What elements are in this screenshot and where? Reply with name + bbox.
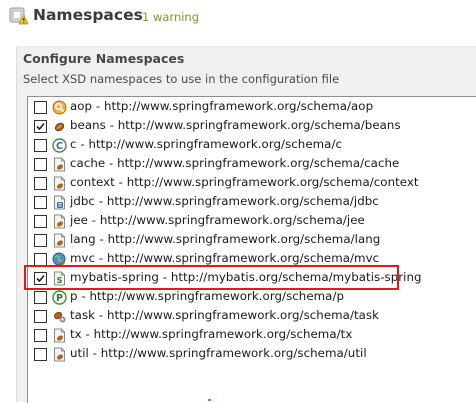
namespace-checkbox-mybatis-spring[interactable]: [34, 272, 47, 285]
namespace-row-context[interactable]: context - http://www.springframework.org…: [28, 174, 476, 193]
section-title: Configure Namespaces: [23, 51, 185, 66]
mvc-icon: [52, 252, 66, 266]
section-description: Select XSD namespaces to use in the conf…: [23, 72, 340, 86]
c-namespace-icon: C: [52, 138, 67, 153]
jdbc-icon: [54, 195, 65, 210]
warning-count[interactable]: 1 warning: [142, 10, 199, 24]
namespace-checkbox-c[interactable]: [34, 139, 47, 152]
jee-icon: [54, 214, 65, 229]
lang-icon: [54, 233, 65, 248]
namespace-checkbox-beans[interactable]: [34, 120, 47, 133]
svg-text:P: P: [56, 293, 63, 304]
task-icon: [53, 311, 66, 323]
namespace-row-util[interactable]: util - http://www.springframework.org/sc…: [28, 345, 476, 364]
namespace-label: tx - http://www.springframework.org/sche…: [70, 327, 353, 341]
warning-icon: [9, 7, 28, 25]
namespace-checkbox-task[interactable]: [34, 310, 47, 323]
namespace-row-aop[interactable]: aop - http://www.springframework.org/sch…: [28, 98, 476, 117]
schema-file-icon: S: [54, 271, 65, 286]
p-namespace-icon: P: [52, 290, 67, 305]
namespace-label: lang - http://www.springframework.org/sc…: [70, 232, 381, 246]
namespace-list: aop - http://www.springframework.org/sch…: [27, 96, 476, 403]
namespace-label: util - http://www.springframework.org/sc…: [70, 346, 367, 360]
namespace-label: jdbc - http://www.springframework.org/sc…: [70, 194, 379, 208]
namespace-checkbox-aop[interactable]: [34, 101, 47, 114]
namespace-label: beans - http://www.springframework.org/s…: [70, 118, 401, 132]
namespace-row-task[interactable]: task - http://www.springframework.org/sc…: [28, 307, 476, 326]
namespace-row-cache[interactable]: cache - http://www.springframework.org/s…: [28, 155, 476, 174]
namespace-row-tx[interactable]: tx - http://www.springframework.org/sche…: [28, 326, 476, 345]
namespace-label: mvc - http://www.springframework.org/sch…: [70, 251, 380, 265]
namespace-label: p - http://www.springframework.org/schem…: [70, 289, 345, 303]
namespace-row-lang[interactable]: lang - http://www.springframework.org/sc…: [28, 231, 476, 250]
namespaces-header: Namespaces 1 warning: [0, 0, 476, 40]
namespace-checkbox-mvc[interactable]: [34, 253, 47, 266]
context-icon: [54, 176, 65, 191]
namespace-label: c - http://www.springframework.org/schem…: [70, 137, 343, 151]
namespace-checkbox-tx[interactable]: [34, 329, 47, 342]
namespace-checkbox-jdbc[interactable]: [34, 196, 47, 209]
page-title: Namespaces: [33, 6, 143, 24]
svg-text:S: S: [57, 276, 63, 285]
namespace-row-jdbc[interactable]: jdbc - http://www.springframework.org/sc…: [28, 193, 476, 212]
namespace-row-beans[interactable]: beans - http://www.springframework.org/s…: [28, 117, 476, 136]
red-mark: [208, 399, 211, 401]
svg-text:C: C: [56, 141, 63, 152]
namespace-row-mvc[interactable]: mvc - http://www.springframework.org/sch…: [28, 250, 476, 269]
namespace-label: mybatis-spring - http://mybatis.org/sche…: [70, 270, 422, 284]
namespace-label: cache - http://www.springframework.org/s…: [70, 156, 400, 170]
namespace-label: aop - http://www.springframework.org/sch…: [70, 99, 374, 113]
namespace-label: task - http://www.springframework.org/sc…: [70, 308, 380, 322]
namespace-checkbox-p[interactable]: [34, 291, 47, 304]
namespace-checkbox-util[interactable]: [34, 348, 47, 361]
namespace-label: jee - http://www.springframework.org/sch…: [70, 213, 365, 227]
tx-icon: [54, 328, 65, 343]
namespace-checkbox-cache[interactable]: [34, 158, 47, 171]
namespace-checkbox-jee[interactable]: [34, 215, 47, 228]
namespace-checkbox-lang[interactable]: [34, 234, 47, 247]
aop-icon: [52, 100, 67, 115]
namespace-row-jee[interactable]: jee - http://www.springframework.org/sch…: [28, 212, 476, 231]
namespace-checkbox-context[interactable]: [34, 177, 47, 190]
namespace-label: context - http://www.springframework.org…: [70, 175, 419, 189]
namespace-row-mybatis-spring[interactable]: S mybatis-spring - http://mybatis.org/sc…: [28, 269, 476, 288]
util-icon: [54, 347, 65, 362]
namespace-row-p[interactable]: P p - http://www.springframework.org/sch…: [28, 288, 476, 307]
cache-icon: [54, 157, 65, 172]
namespace-row-c[interactable]: C c - http://www.springframework.org/sch…: [28, 136, 476, 155]
bean-icon: [54, 122, 65, 132]
